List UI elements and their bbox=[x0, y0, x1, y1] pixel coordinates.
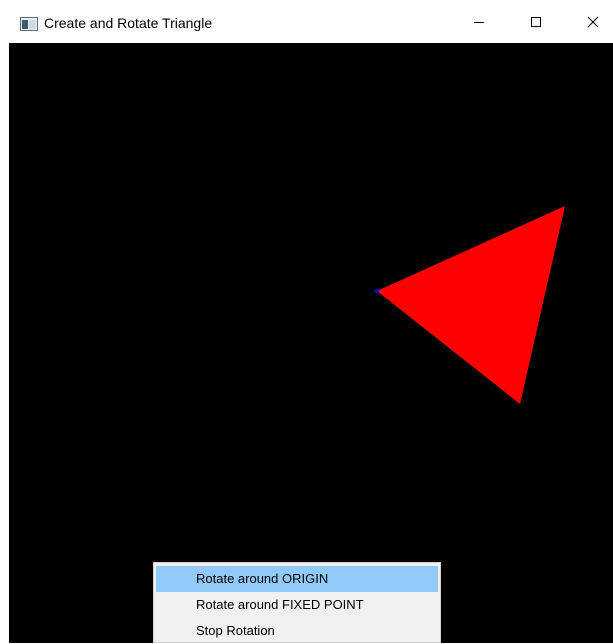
app-window-icon bbox=[20, 17, 38, 31]
menu-item-rotate-origin[interactable]: Rotate around ORIGIN bbox=[156, 566, 438, 592]
maximize-icon bbox=[530, 15, 542, 33]
red-triangle bbox=[377, 206, 565, 404]
app-window: Create and Rotate Triangle bbox=[9, 4, 613, 643]
close-button[interactable] bbox=[570, 4, 613, 43]
minimize-button[interactable] bbox=[456, 4, 502, 43]
fixed-point-marker bbox=[375, 289, 379, 293]
close-icon bbox=[587, 15, 599, 33]
minimize-icon bbox=[473, 15, 485, 33]
menu-item-stop-rotation[interactable]: Stop Rotation bbox=[156, 618, 438, 644]
drawing-canvas[interactable] bbox=[9, 43, 613, 643]
window-title: Create and Rotate Triangle bbox=[44, 15, 213, 31]
maximize-button[interactable] bbox=[513, 4, 559, 43]
menu-item-rotate-fixed-point[interactable]: Rotate around FIXED POINT bbox=[156, 592, 438, 618]
canvas-svg bbox=[375, 206, 565, 404]
context-menu: Rotate around ORIGIN Rotate around FIXED… bbox=[153, 562, 441, 643]
title-bar[interactable]: Create and Rotate Triangle bbox=[9, 4, 613, 43]
